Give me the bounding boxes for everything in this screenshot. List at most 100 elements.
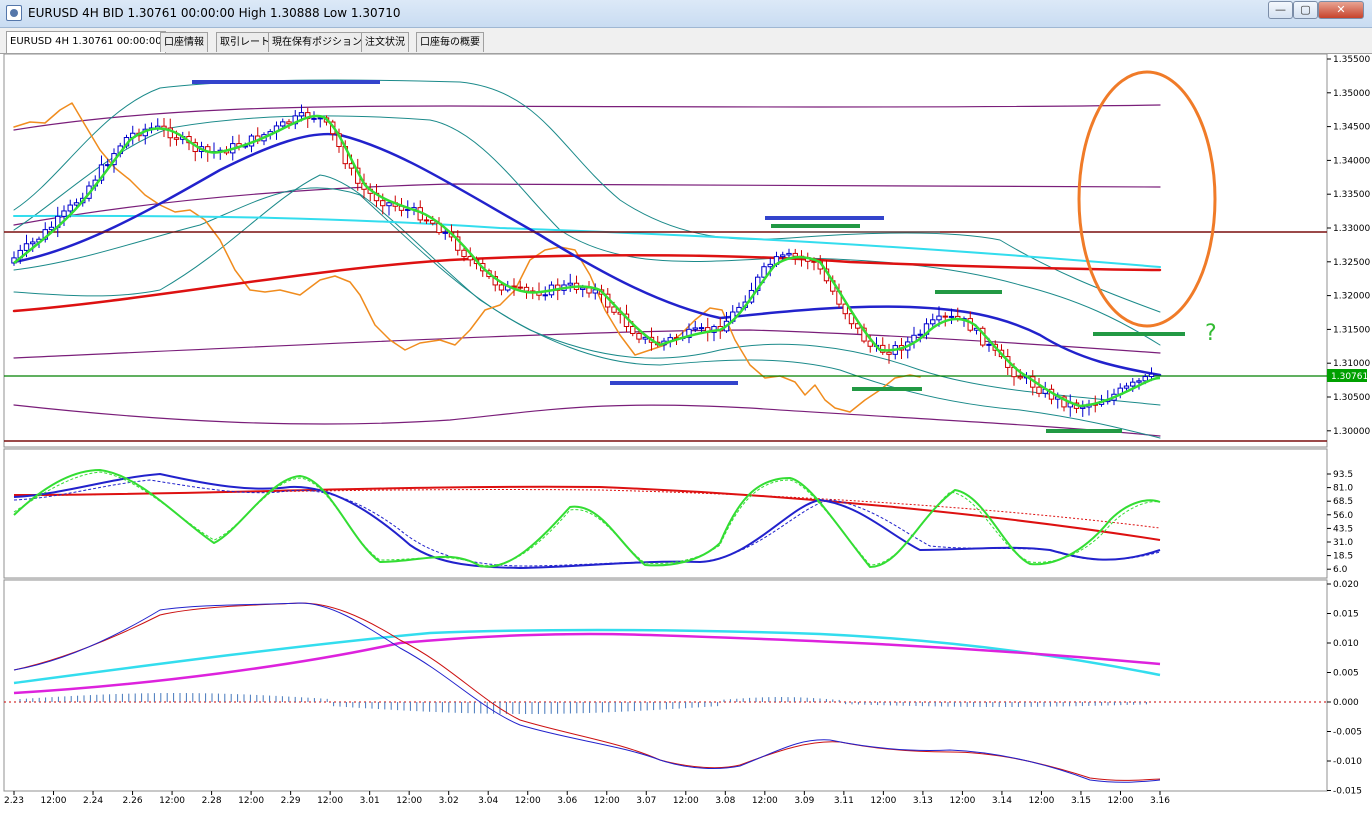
price-y-tick-label: 1.30500: [1333, 393, 1370, 403]
macd-y-tick-label: 0.005: [1333, 669, 1359, 679]
x-tick-label: 12:00: [594, 796, 620, 806]
price-y-tick-label: 1.33000: [1333, 224, 1370, 234]
x-tick-label: 12:00: [396, 796, 422, 806]
tab-account-summary[interactable]: 口座毎の概要: [416, 32, 484, 52]
candle-bear: [380, 200, 386, 207]
tab-account-info[interactable]: 口座情報: [160, 32, 208, 52]
price-y-tick-label: 1.32000: [1333, 292, 1370, 302]
candle-bear: [517, 286, 523, 289]
tab-trading-rates[interactable]: 取引レート: [216, 32, 274, 52]
stoch-y-tick-label: 93.5: [1333, 470, 1353, 480]
candle-bear: [498, 284, 505, 291]
x-tick-label: 2.24: [83, 796, 103, 806]
x-tick-label: 3.13: [913, 796, 933, 806]
tab-open-positions[interactable]: 現在保有ポジション: [268, 32, 366, 52]
candle-bull: [936, 315, 942, 321]
x-tick-label: 3.02: [439, 796, 459, 806]
stoch-y-tick-label: 56.0: [1333, 511, 1353, 521]
minimize-button[interactable]: —: [1268, 1, 1293, 19]
candle-bear: [792, 252, 798, 257]
current-price-label: 1.30761: [1331, 372, 1368, 382]
candle-bull: [567, 282, 573, 286]
candle-bull: [592, 289, 598, 294]
stoch-y-tick-label: 68.5: [1333, 497, 1353, 507]
stoch-y-tick-label: 31.0: [1333, 538, 1353, 548]
macd-y-tick-label: -0.015: [1333, 787, 1362, 797]
candle-bull: [692, 327, 698, 330]
tab-eurusd-chart[interactable]: EURUSD 4H 1.30761 00:00:00: [6, 31, 166, 53]
x-tick-label: 12:00: [673, 796, 699, 806]
candle-bull: [317, 117, 323, 120]
window-title: EURUSD 4H BID 1.30761 00:00:00 High 1.30…: [28, 6, 401, 20]
chart-tab-bar: EURUSD 4H 1.30761 00:00:00 口座情報 取引レート 現在…: [0, 28, 1372, 54]
candle-bear: [630, 326, 636, 334]
candle-bull: [580, 287, 586, 290]
candle-bull: [698, 327, 705, 330]
candle-bull: [67, 204, 73, 212]
x-tick-label: 12:00: [949, 796, 975, 806]
candle-bull: [442, 231, 448, 234]
close-button[interactable]: ✕: [1318, 1, 1364, 19]
stoch-y-tick-label: 6.0: [1333, 565, 1348, 575]
x-tick-label: 12:00: [41, 796, 67, 806]
candle-bull: [280, 121, 286, 127]
price-y-tick-label: 1.31500: [1333, 325, 1370, 335]
candle-bull: [386, 202, 392, 207]
macd-y-tick-label: -0.010: [1333, 757, 1362, 767]
x-tick-label: 3.11: [834, 796, 854, 806]
window-titlebar[interactable]: EURUSD 4H BID 1.30761 00:00:00 High 1.30…: [0, 0, 1372, 28]
candle-bull: [917, 333, 923, 336]
candle-bear: [886, 351, 892, 355]
x-tick-label: 12:00: [1028, 796, 1054, 806]
x-tick-label: 12:00: [870, 796, 896, 806]
price-y-tick-label: 1.31000: [1333, 359, 1370, 369]
question-mark-annotation: ?: [1205, 321, 1217, 346]
x-tick-label: 2.29: [281, 796, 301, 806]
stoch-y-tick-label: 18.5: [1333, 552, 1353, 562]
candle-bull: [61, 210, 67, 217]
candle-bull: [542, 294, 548, 297]
candle-bull: [30, 241, 36, 245]
macd-y-tick-label: 0.015: [1333, 610, 1359, 620]
price-y-tick-label: 1.34500: [1333, 123, 1370, 133]
x-tick-label: 3.08: [715, 796, 735, 806]
candle-bull: [1148, 373, 1155, 378]
x-tick-label: 3.14: [992, 796, 1012, 806]
stoch-y-tick-label: 81.0: [1333, 484, 1353, 494]
x-tick-label: 3.15: [1071, 796, 1091, 806]
price-y-tick-label: 1.35000: [1333, 89, 1370, 99]
tab-order-status[interactable]: 注文状況: [361, 32, 409, 52]
macd-panel: [3, 579, 1328, 792]
candle-bear: [423, 219, 430, 222]
candle-bull: [1142, 376, 1148, 382]
x-tick-label: 12:00: [317, 796, 343, 806]
candle-bear: [1017, 376, 1023, 379]
x-tick-label: 3.04: [478, 796, 498, 806]
candle-bull: [986, 343, 992, 346]
macd-y-tick-label: -0.005: [1333, 728, 1362, 738]
maximize-button[interactable]: ▢: [1293, 1, 1318, 19]
chart-canvas[interactable]: ? 1.30761 1.35500 1.35000 1.34500 1.34000 1.…: [0, 53, 1372, 810]
candle-bear: [636, 332, 642, 340]
candle-bull: [298, 112, 305, 117]
candle-bull: [23, 243, 30, 251]
candle-bull: [1130, 381, 1136, 387]
price-y-tick-label: 1.32500: [1333, 258, 1370, 268]
x-tick-label: 12:00: [238, 796, 264, 806]
x-tick-label: 3.16: [1150, 796, 1170, 806]
chart-area[interactable]: ? 1.30761 1.35500 1.35000 1.34500 1.34000 1.…: [0, 53, 1372, 810]
candle-bull: [767, 263, 773, 268]
candle-bear: [461, 249, 467, 258]
x-tick-label: 2.28: [202, 796, 222, 806]
x-tick-label: 3.09: [794, 796, 814, 806]
x-tick-label: 12:00: [159, 796, 185, 806]
candle-bear: [523, 286, 530, 292]
price-y-tick-label: 1.35500: [1333, 55, 1370, 65]
x-tick-label: 2.26: [123, 796, 143, 806]
x-tick-label: 12:00: [752, 796, 778, 806]
candle-bull: [1123, 385, 1130, 389]
price-y-tick-label: 1.30000: [1333, 427, 1370, 437]
x-tick-label: 3.01: [360, 796, 380, 806]
candle-bull: [311, 117, 317, 120]
x-tick-label: 12:00: [515, 796, 541, 806]
